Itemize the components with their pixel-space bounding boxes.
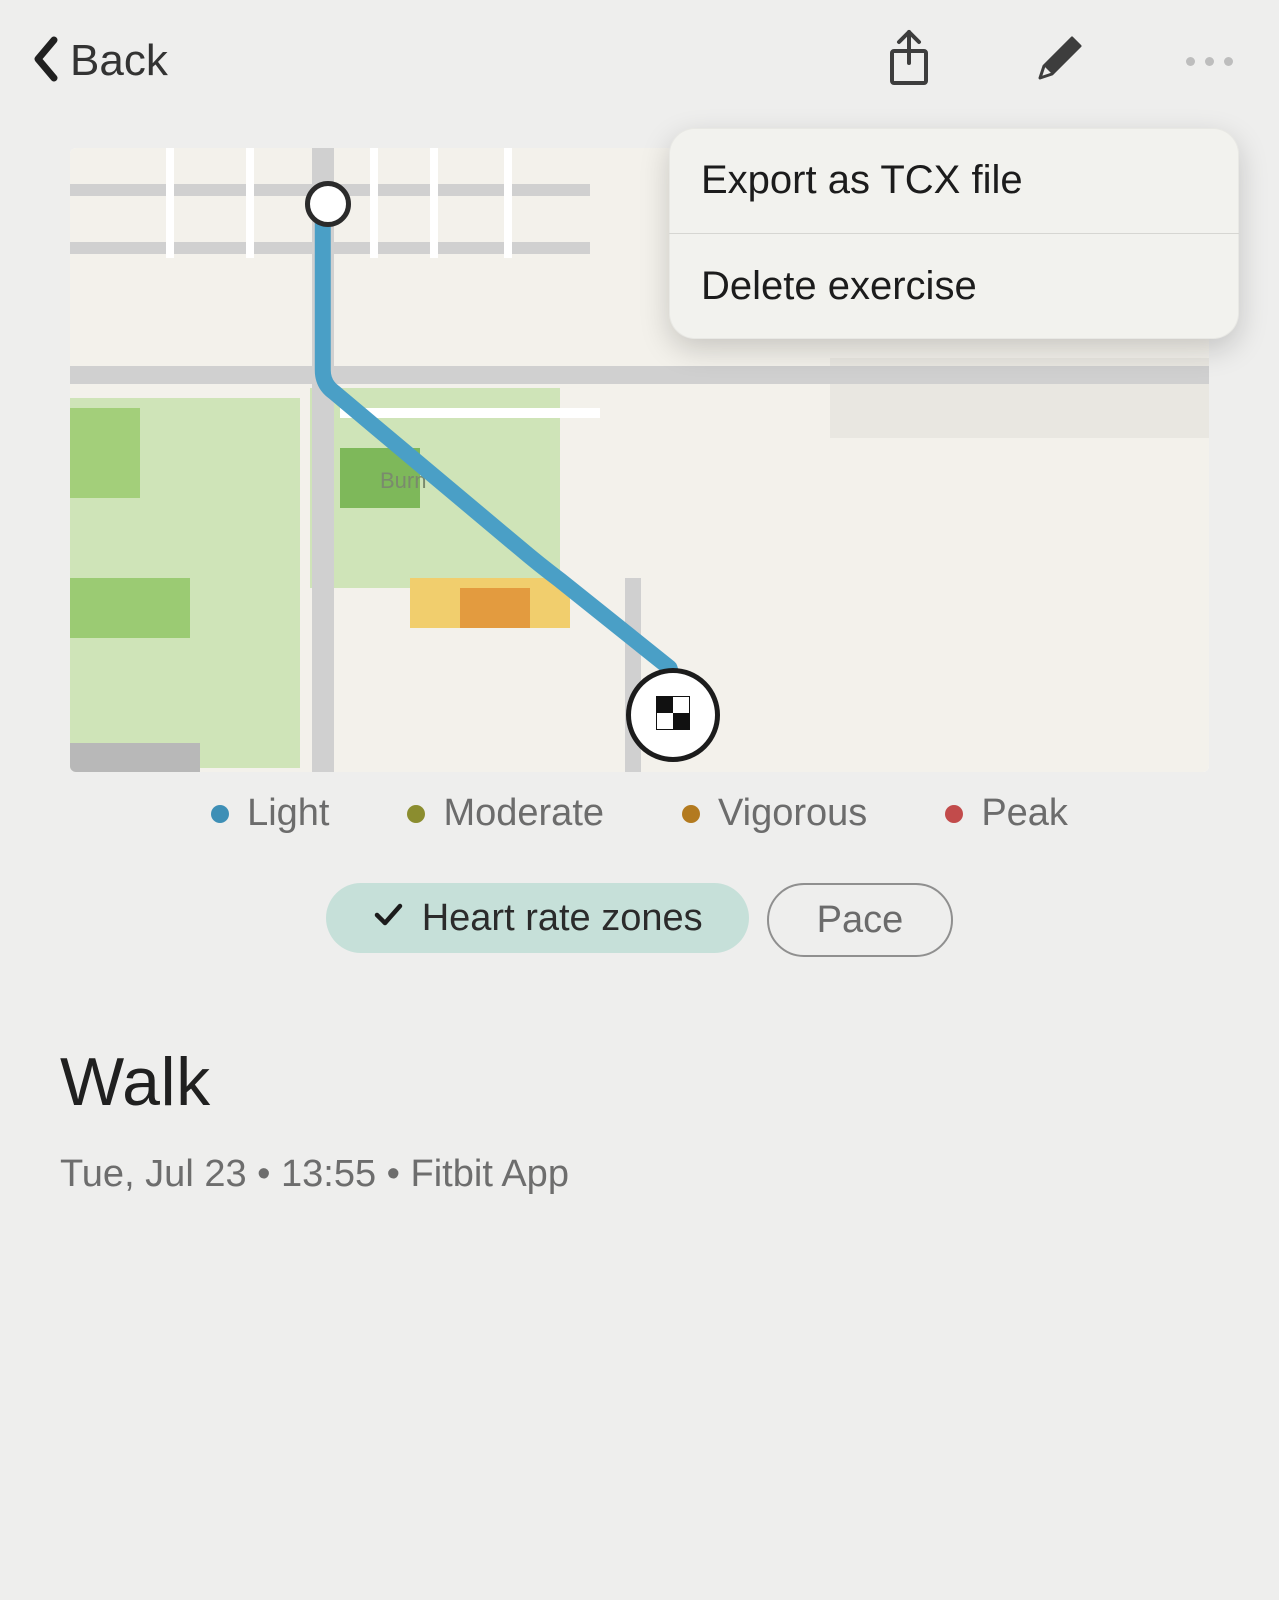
more-button[interactable] [1179, 31, 1239, 91]
activity-subtitle: Tue, Jul 23 • 13:55 • Fitbit App [60, 1153, 1279, 1196]
activity-source: Fitbit App [411, 1153, 569, 1195]
legend-dot [407, 805, 425, 823]
back-label: Back [70, 36, 168, 86]
legend-label: Vigorous [718, 792, 867, 835]
menu-item-export-tcx[interactable]: Export as TCX file [669, 128, 1239, 233]
toggle-heart-rate-zones[interactable]: Heart rate zones [326, 883, 749, 953]
legend-item-light: Light [211, 792, 329, 835]
legend-label: Moderate [443, 792, 604, 835]
share-icon [884, 29, 934, 94]
legend-dot [211, 805, 229, 823]
route-start-marker [305, 181, 351, 227]
legend-label: Peak [981, 792, 1068, 835]
menu-item-delete-exercise[interactable]: Delete exercise [669, 234, 1239, 339]
check-icon [372, 897, 404, 940]
route-end-marker [626, 668, 720, 762]
edit-button[interactable] [1029, 31, 1089, 91]
header-bar: Back [0, 0, 1279, 122]
legend-label: Light [247, 792, 329, 835]
more-icon [1186, 57, 1233, 66]
map-overlay-toggle: Heart rate zones Pace [0, 883, 1279, 957]
more-menu: Export as TCX file Delete exercise [669, 128, 1239, 339]
activity-time: 13:55 [281, 1153, 376, 1195]
header-actions [879, 0, 1239, 122]
toggle-label: Pace [817, 899, 904, 942]
legend-dot [945, 805, 963, 823]
legend-item-peak: Peak [945, 792, 1068, 835]
share-button[interactable] [879, 31, 939, 91]
intensity-legend: Light Moderate Vigorous Peak [0, 792, 1279, 835]
toggle-pace[interactable]: Pace [767, 883, 954, 957]
legend-dot [682, 805, 700, 823]
chevron-left-icon [30, 36, 60, 87]
activity-summary: Walk Tue, Jul 23 • 13:55 • Fitbit App [60, 1043, 1279, 1196]
legend-item-moderate: Moderate [407, 792, 604, 835]
activity-date: Tue, Jul 23 [60, 1153, 247, 1195]
activity-title: Walk [60, 1043, 1279, 1121]
back-button[interactable]: Back [0, 36, 168, 87]
pencil-icon [1032, 32, 1086, 91]
toggle-label: Heart rate zones [422, 897, 703, 940]
legend-item-vigorous: Vigorous [682, 792, 867, 835]
flag-icon [656, 696, 690, 735]
